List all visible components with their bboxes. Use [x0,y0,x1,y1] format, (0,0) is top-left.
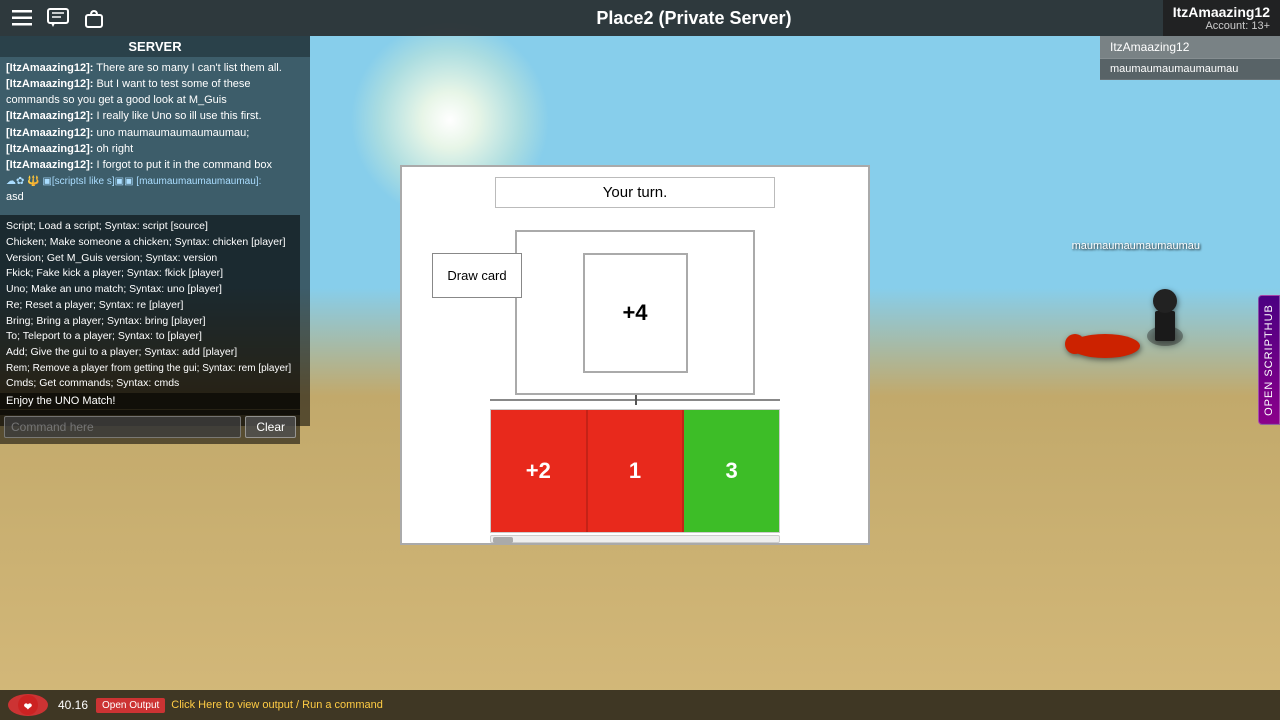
health-value: 40.16 [58,698,88,712]
player-list-item[interactable]: ItzAmaazing12 [1100,36,1280,59]
chat-line: [ItzAmaazing12]: oh right [6,142,304,157]
center-card[interactable]: +4 [583,253,688,373]
character-sprite [1060,256,1200,376]
hand-cards-area: +2 1 3 [490,409,780,533]
script-item: Add; Give the gui to a player; Syntax: a… [6,345,294,361]
hand-card-2[interactable]: 1 [588,410,685,532]
notification-badge[interactable]: Open Output [96,698,165,713]
script-item: To; Teleport to a player; Syntax: to [pl… [6,329,294,345]
clear-button[interactable]: Clear [245,416,296,438]
character-area: maumaumaumaumaumau [1060,240,1200,381]
window-title: Place2 (Private Server) [116,8,1272,29]
chat-line: [ItzAmaazing12]: I forgot to put it in t… [6,158,304,173]
chat-line: [ItzAmaazing12]: I really like Uno so il… [6,109,304,124]
character-label: maumaumaumaumaumau [1060,240,1200,252]
script-item: Cmds; Get commands; Syntax: cmds [6,376,294,392]
chat-line-input: asd [6,190,304,205]
health-icon: ❤ [8,694,48,716]
menu-icon[interactable] [8,4,36,32]
enjoy-text: Enjoy the UNO Match! [0,393,300,409]
script-item: Uno; Make an uno match; Syntax: uno [pla… [6,282,294,298]
scrollbar-thumb[interactable] [493,537,513,543]
script-item: Bring; Bring a player; Syntax: bring [pl… [6,314,294,330]
hand-card-3[interactable]: 3 [684,410,779,532]
bag-icon[interactable] [80,4,108,32]
topbar: Place2 (Private Server) [0,0,1280,36]
turn-indicator: Your turn. [495,177,775,208]
modal-scrollbar[interactable] [490,535,780,543]
uno-modal: Your turn. Draw card +4 +2 1 3 [400,165,870,545]
player-account: Account: 13+ [1173,20,1270,32]
chat-icon[interactable] [44,4,72,32]
server-label: SERVER [0,36,310,57]
svg-text:❤: ❤ [24,702,33,713]
command-area: Clear [0,410,300,444]
player-username: ItzAmaazing12 [1173,4,1270,20]
chat-line: ☁✿ 🔱 ▣[scriptsI like s]▣▣ [maumaumaumaum… [6,175,304,189]
script-item: Script; Load a script; Syntax: script [s… [6,219,294,235]
script-item: Re; Reset a player; Syntax: re [player] [6,298,294,314]
chat-line: [ItzAmaazing12]: There are so many I can… [6,61,304,76]
draw-card-button[interactable]: Draw card [432,253,522,298]
script-list: Script; Load a script; Syntax: script [s… [0,215,300,415]
chat-line: [ItzAmaazing12]: But I want to test some… [6,77,304,108]
bottom-bar: ❤ 40.16 Open Output Click Here to view o… [0,690,1280,720]
notification-bar: Open Output Click Here to view output / … [96,694,1272,716]
chat-line: [ItzAmaazing12]: uno maumaumaumaumaumau; [6,126,304,141]
script-item: Rem; Remove a player from getting the gu… [6,361,294,376]
notification-text: Click Here to view output / Run a comman… [171,699,383,711]
script-item: Fkick; Fake kick a player; Syntax: fkick… [6,266,294,282]
command-input[interactable] [4,416,241,438]
hand-card-1[interactable]: +2 [491,410,588,532]
script-hub[interactable]: OPEN SCRIPTHUB [1258,295,1280,425]
script-item: Version; Get M_Guis version; Syntax: ver… [6,251,294,267]
player-info-panel: ItzAmaazing12 Account: 13+ [1163,0,1280,36]
card-area: +4 [515,230,755,395]
cursor-line [490,399,780,401]
script-hub-tab[interactable]: OPEN SCRIPTHUB [1258,295,1280,425]
script-item: Chicken; Make someone a chicken; Syntax:… [6,235,294,251]
player-list: ItzAmaazing12 maumaumaumaumaumau [1100,36,1280,80]
player-list-item[interactable]: maumaumaumaumaumau [1100,59,1280,80]
